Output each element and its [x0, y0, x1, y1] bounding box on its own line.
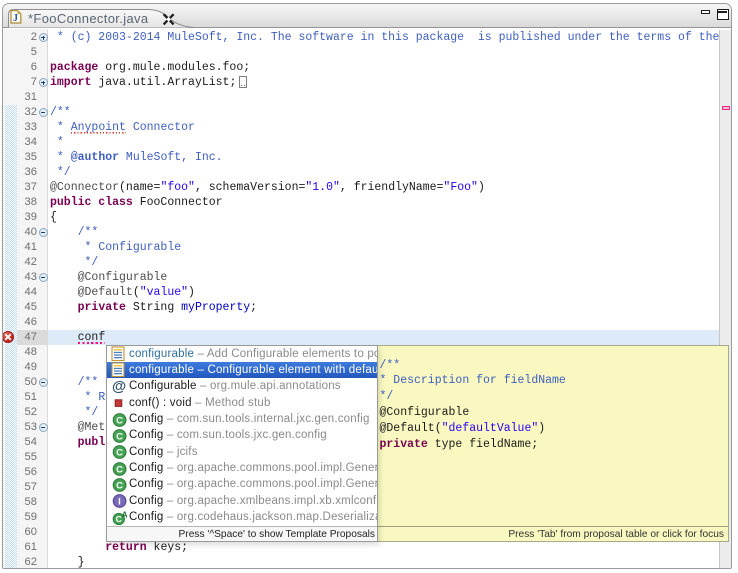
svg-text:C: C	[116, 448, 123, 459]
svg-text:I: I	[118, 497, 121, 508]
svg-text:C: C	[116, 431, 123, 442]
svg-text:C: C	[116, 480, 123, 491]
svg-text:C: C	[116, 415, 123, 426]
svg-text:A: A	[122, 510, 128, 519]
svg-text:J: J	[13, 12, 18, 23]
svg-text:C: C	[116, 464, 123, 475]
